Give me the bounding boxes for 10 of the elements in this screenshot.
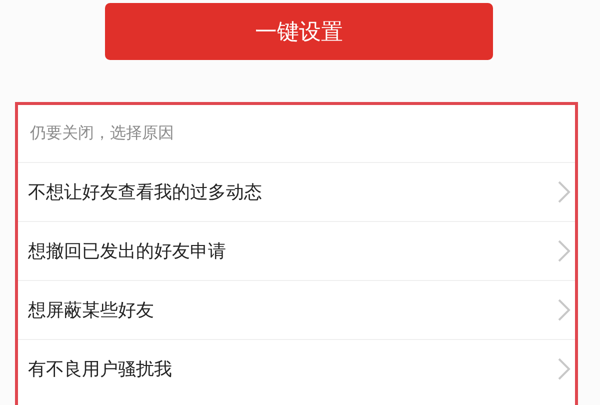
chevron-icon [557,298,571,322]
chevron-icon [557,357,571,381]
reason-item[interactable]: 想撤回已发出的好友申请 [18,221,575,280]
chevron-icon [557,239,571,263]
reason-item[interactable]: 有不良用户骚扰我 [18,339,575,398]
chevron-icon [557,180,571,204]
setup-button[interactable]: 一键设置 [105,3,493,60]
reason-item[interactable]: 不想让好友查看我的过多动态 [18,162,575,221]
section-header: 仍要关闭，选择原因 [30,123,174,144]
reason-item[interactable]: 想屏蔽某些好友 [18,280,575,339]
